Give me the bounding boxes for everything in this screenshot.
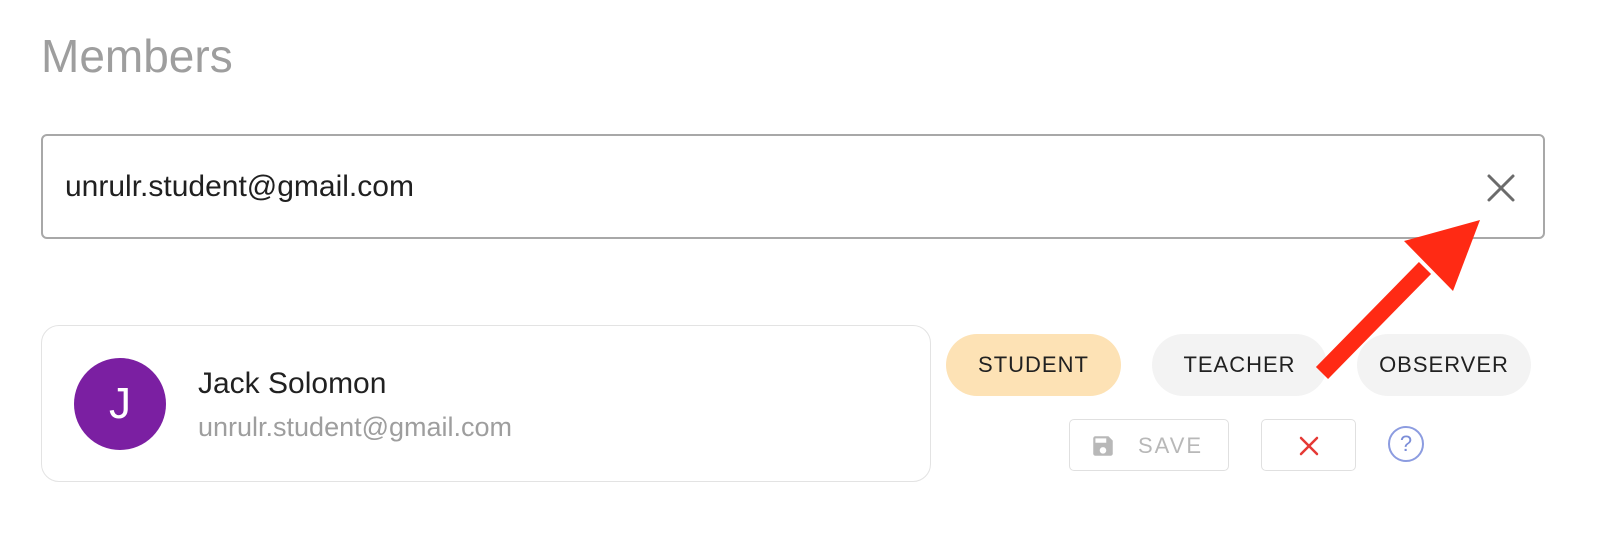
clear-button[interactable] <box>1479 166 1523 210</box>
close-icon <box>1299 436 1319 456</box>
role-observer-chip[interactable]: OBSERVER <box>1357 334 1531 396</box>
email-input[interactable] <box>65 164 1445 210</box>
floppy-disk-icon <box>1093 436 1113 456</box>
email-field[interactable] <box>41 134 1545 239</box>
save-label: SAVE <box>1138 433 1204 458</box>
help-button[interactable]: ? <box>1388 426 1424 462</box>
page-title: Members <box>41 30 233 82</box>
close-icon <box>1487 174 1515 202</box>
role-student-chip[interactable]: STUDENT <box>946 334 1121 396</box>
role-teacher-chip[interactable]: TEACHER <box>1152 334 1327 396</box>
save-button[interactable]: SAVE <box>1069 419 1229 471</box>
members-page: Members J Jack Solomon unrulr.student@gm… <box>0 0 1600 550</box>
member-card: J Jack Solomon unrulr.student@gmail.com <box>41 325 931 482</box>
member-name: Jack Solomon <box>198 367 387 400</box>
avatar: J <box>74 358 166 450</box>
cancel-button[interactable] <box>1261 419 1356 471</box>
member-email: unrulr.student@gmail.com <box>198 412 513 442</box>
